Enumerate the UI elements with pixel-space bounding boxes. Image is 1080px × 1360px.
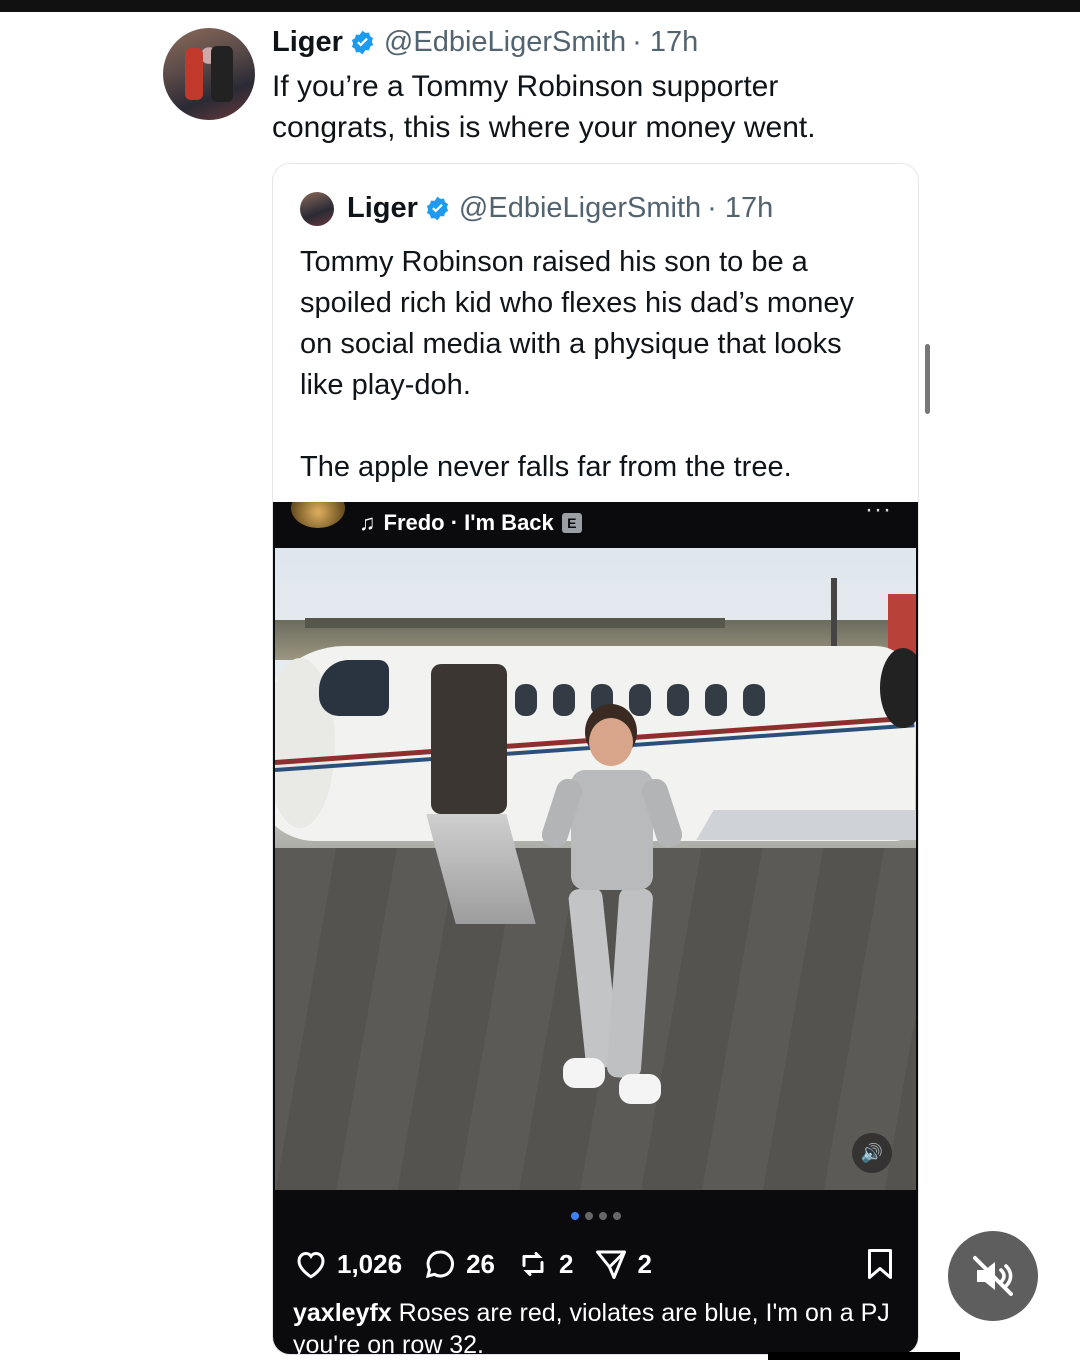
post-caption: yaxleyfx Roses are red, violates are blu… [293, 1297, 893, 1354]
verified-icon [426, 196, 448, 221]
top-status-bar [0, 0, 1080, 12]
avatar-figure [185, 48, 203, 100]
more-options-icon[interactable]: ··· [865, 502, 892, 524]
bookmark-button[interactable] [862, 1246, 898, 1282]
mute-icon [973, 1256, 1013, 1296]
quoted-author-name[interactable]: Liger [347, 192, 418, 225]
tweet-header: Liger @EdbieLigerSmith · 17h [272, 26, 698, 59]
share-icon [596, 1250, 627, 1279]
carousel-indicator [273, 1207, 918, 1225]
timestamp[interactable]: · 17h [632, 26, 698, 59]
action-bar: 1,026 26 2 2 [293, 1242, 898, 1286]
bottom-edge-bar [768, 1352, 960, 1360]
carousel-dot[interactable] [570, 1212, 579, 1220]
tweet-text: If you’re a Tommy Robinson supporter con… [272, 70, 816, 144]
quoted-timestamp[interactable]: · 17h [707, 192, 773, 225]
poster-avatar[interactable] [291, 502, 345, 528]
jet-door [431, 664, 507, 814]
mute-button[interactable] [948, 1231, 1038, 1321]
explicit-badge: E [561, 513, 582, 533]
person [538, 718, 686, 1108]
jet-cockpit-window [319, 660, 389, 716]
carousel-dot[interactable] [598, 1212, 607, 1220]
quoted-text: Tommy Robinson raised his son to be a sp… [300, 242, 890, 488]
carousel-dot[interactable] [612, 1212, 621, 1220]
verified-icon [351, 30, 373, 55]
quoted-text-paragraph: Tommy Robinson raised his son to be a sp… [300, 246, 854, 401]
speaker-icon[interactable]: 🔊 [852, 1133, 892, 1173]
like-button[interactable]: 1,026 [293, 1246, 402, 1282]
author-handle[interactable]: @EdbieLigerSmith [384, 26, 626, 59]
hangar-roof [305, 618, 725, 628]
like-count: 1,026 [337, 1248, 403, 1279]
author-name[interactable]: Liger [272, 26, 343, 59]
quoted-author-handle[interactable]: @EdbieLigerSmith [459, 192, 701, 225]
comment-count: 26 [466, 1248, 495, 1279]
post-photo[interactable]: 🔊 [275, 548, 916, 1190]
bookmark-icon [868, 1249, 892, 1279]
comment-icon [426, 1250, 455, 1279]
music-title: Fredo · I'm Back [383, 510, 554, 535]
scrollbar[interactable] [925, 344, 930, 414]
avatar[interactable] [163, 28, 255, 120]
quoted-avatar[interactable] [300, 192, 334, 226]
quoted-tweet[interactable]: Liger @EdbieLigerSmith · 17h Tommy Robin… [272, 163, 919, 1355]
music-label[interactable]: ♫ Fredo · I'm Back E [359, 510, 582, 536]
heart-icon [297, 1251, 325, 1279]
avatar-figure [211, 46, 233, 102]
quoted-header: Liger @EdbieLigerSmith · 17h [347, 192, 773, 225]
embedded-video-post[interactable]: ♫ Fredo · I'm Back E ··· 🔊 1,026 26 2 2 … [273, 502, 918, 1354]
music-note-icon: ♫ [359, 510, 376, 535]
carousel-dot[interactable] [584, 1212, 593, 1220]
jet-wing [696, 810, 916, 840]
repost-count: 2 [559, 1248, 574, 1279]
repost-icon [522, 1252, 544, 1276]
share-count: 2 [637, 1248, 652, 1279]
comment-button[interactable]: 26 [422, 1246, 495, 1282]
caption-username[interactable]: yaxleyfx [293, 1299, 392, 1327]
share-button[interactable]: 2 [593, 1246, 652, 1282]
quoted-text-paragraph: The apple never falls far from the tree. [300, 451, 792, 483]
repost-button[interactable]: 2 [515, 1246, 573, 1282]
jet-windows [515, 684, 765, 716]
